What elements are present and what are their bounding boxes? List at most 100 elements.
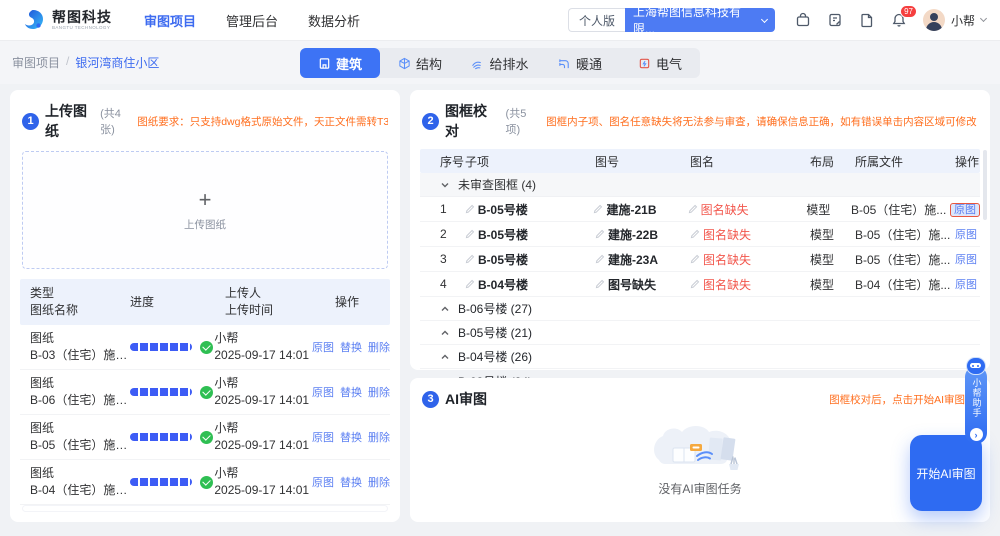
tab-hvac[interactable]: 暖通	[540, 48, 620, 78]
nav-data-analysis[interactable]: 数据分析	[308, 11, 360, 30]
row-uploader: 小帮	[214, 421, 239, 435]
upload-row: 图纸 B-03（住宅）施工... 小帮 2025-09-17 14:01 原图 替换删…	[20, 325, 390, 370]
row-name: B-06（住宅）施工...	[30, 393, 130, 407]
subitem-cell[interactable]: B-05号楼	[465, 251, 595, 268]
row-type: 图纸	[30, 466, 55, 480]
row-type: 图纸	[30, 421, 55, 435]
row-uploader: 小帮	[214, 331, 239, 345]
drawing-name-cell[interactable]: 图名缺失	[688, 201, 807, 218]
icon-tray: 97	[795, 5, 917, 28]
group-label: 未审查图框 (4)	[458, 178, 537, 192]
ai-review-panel: 3 AI审图 图框校对后，点击开始AI审图 i 没有AI审图任务	[410, 378, 990, 522]
logo-icon	[25, 10, 43, 29]
delete-link[interactable]: 删除	[368, 339, 390, 355]
drawing-no-cell[interactable]: 建施-22B	[595, 226, 690, 243]
original-link-highlighted[interactable]: 原图	[949, 203, 980, 217]
tab-label: 结构	[415, 56, 442, 72]
bell-icon[interactable]: 97	[891, 5, 917, 28]
tab-electrical[interactable]: 电气	[620, 48, 700, 78]
success-check-icon	[200, 385, 213, 399]
avatar	[922, 9, 945, 31]
subitem-cell[interactable]: B-04号楼	[465, 276, 595, 293]
start-ai-review-button[interactable]: 开始AI审图	[910, 435, 982, 511]
original-link[interactable]: 原图	[955, 254, 977, 266]
replace-link[interactable]: 替换	[340, 429, 362, 445]
original-link[interactable]: 原图	[312, 339, 334, 355]
group-b05[interactable]: B-05号楼 (21)	[420, 321, 980, 345]
drawing-name-cell[interactable]: 图名缺失	[690, 251, 810, 268]
scrollbar[interactable]	[983, 150, 987, 220]
row-type: 图纸	[30, 331, 55, 345]
row-no: 2	[440, 227, 447, 241]
breadcrumb-root[interactable]: 审图项目	[12, 54, 60, 71]
original-link[interactable]: 原图	[312, 429, 334, 445]
group-unreviewed-frames[interactable]: 未审查图框 (4)	[420, 173, 980, 197]
nav-review-projects[interactable]: 审图项目	[144, 11, 196, 30]
edit-icon	[595, 229, 605, 239]
col-type: 类型	[30, 286, 55, 300]
bag-icon[interactable]	[795, 12, 811, 28]
step-badge-2: 2	[422, 112, 439, 130]
replace-link[interactable]: 替换	[340, 339, 362, 355]
step-badge-1: 1	[22, 112, 39, 130]
plus-icon: +	[198, 186, 212, 212]
tab-structure[interactable]: 结构	[380, 48, 460, 78]
upload-table: 类型 图纸名称 进度 上传人 上传时间 操作 图纸 B-03（住宅）施工... 小帮 2…	[20, 279, 390, 522]
personal-version-button[interactable]: 个人版	[567, 8, 625, 32]
assistant-widget[interactable]: 小帮助手 ›	[965, 357, 987, 444]
frame-table-header: 序号 子项 图号 图名 布局 所属文件 操作	[420, 149, 980, 173]
replace-link[interactable]: 替换	[340, 384, 362, 400]
upload-row: 图纸 B-04（住宅）施工... 小帮 2025-09-17 14:01 原图 替换删…	[20, 460, 390, 505]
frame-table: 序号 子项 图号 图名 布局 所属文件 操作 未审查图框 (4) 1 B-05号…	[420, 149, 980, 393]
group-b06[interactable]: B-06号楼 (27)	[420, 297, 980, 321]
group-b04[interactable]: B-04号楼 (26)	[420, 345, 980, 369]
original-link[interactable]: 原图	[955, 229, 977, 241]
success-check-icon	[200, 340, 213, 354]
delete-link[interactable]: 删除	[368, 429, 390, 445]
upload-row: 图纸 B-05（住宅）施工... 小帮 2025-09-17 14:01 原图 替换删…	[20, 415, 390, 460]
row-no: 4	[440, 277, 447, 291]
row-name: B-05（住宅）施工...	[30, 438, 130, 452]
col-no: 序号	[440, 154, 465, 169]
chevron-up-icon	[441, 330, 449, 335]
empty-illustration-icon	[654, 426, 739, 470]
user-menu[interactable]: 小帮	[922, 9, 988, 31]
user-name: 小帮	[950, 13, 975, 28]
main-nav: 审图项目 管理后台 数据分析	[144, 11, 360, 30]
upload-notice: 图纸要求：只支持dwg格式原始文件，天正文件需转T3格式 i	[137, 114, 388, 129]
subitem-cell[interactable]: B-05号楼	[465, 201, 594, 218]
tab-architecture[interactable]: 建筑	[300, 48, 380, 78]
building-icon	[319, 57, 330, 69]
layout-cell: 模型	[810, 252, 835, 267]
nav-admin-backend[interactable]: 管理后台	[226, 11, 278, 30]
subitem-cell[interactable]: B-05号楼	[465, 226, 595, 243]
replace-link[interactable]: 替换	[340, 474, 362, 490]
upload-panel: 1 上传图纸 (共4张) 图纸要求：只支持dwg格式原始文件，天正文件需转T3格…	[10, 90, 400, 522]
original-link[interactable]: 原图	[312, 474, 334, 490]
col-subitem: 子项	[465, 154, 490, 169]
success-check-icon	[200, 475, 213, 489]
layout-cell: 模型	[810, 227, 835, 242]
top-right-tools: 个人版 上海帮图信息科技有限... 97 小帮	[567, 5, 988, 36]
file-cell: B-04（住宅）施...	[855, 277, 951, 292]
delete-link[interactable]: 删除	[368, 384, 390, 400]
drawing-name-cell[interactable]: 图名缺失	[690, 226, 810, 243]
org-select[interactable]: 上海帮图信息科技有限...	[624, 5, 775, 36]
org-name: 上海帮图信息科技有限...	[632, 5, 741, 36]
drawing-no-cell[interactable]: 建施-23A	[595, 251, 690, 268]
row-name: B-04（住宅）施工...	[30, 483, 130, 497]
frame-row: 3 B-05号楼 建施-23A 图名缺失 模型 B-05（住宅）施... 原图	[420, 247, 980, 272]
delete-link[interactable]: 删除	[368, 474, 390, 490]
col-drawing-no: 图号	[595, 154, 620, 169]
tab-plumbing[interactable]: 给排水	[460, 48, 540, 78]
original-link[interactable]: 原图	[312, 384, 334, 400]
document-edit-icon[interactable]	[827, 12, 843, 28]
file-icon[interactable]	[859, 12, 875, 28]
drawing-no-cell[interactable]: 图号缺失	[595, 276, 690, 293]
col-upload-time: 上传时间	[225, 303, 274, 317]
original-link[interactable]: 原图	[955, 279, 977, 291]
drawing-no-cell[interactable]: 建施-21B	[593, 201, 687, 218]
drawing-name-cell[interactable]: 图名缺失	[690, 276, 810, 293]
logo: 帮图科技 BANGTU TECHNOLOGY	[22, 8, 112, 32]
upload-dropzone[interactable]: + 上传图纸	[22, 151, 388, 269]
